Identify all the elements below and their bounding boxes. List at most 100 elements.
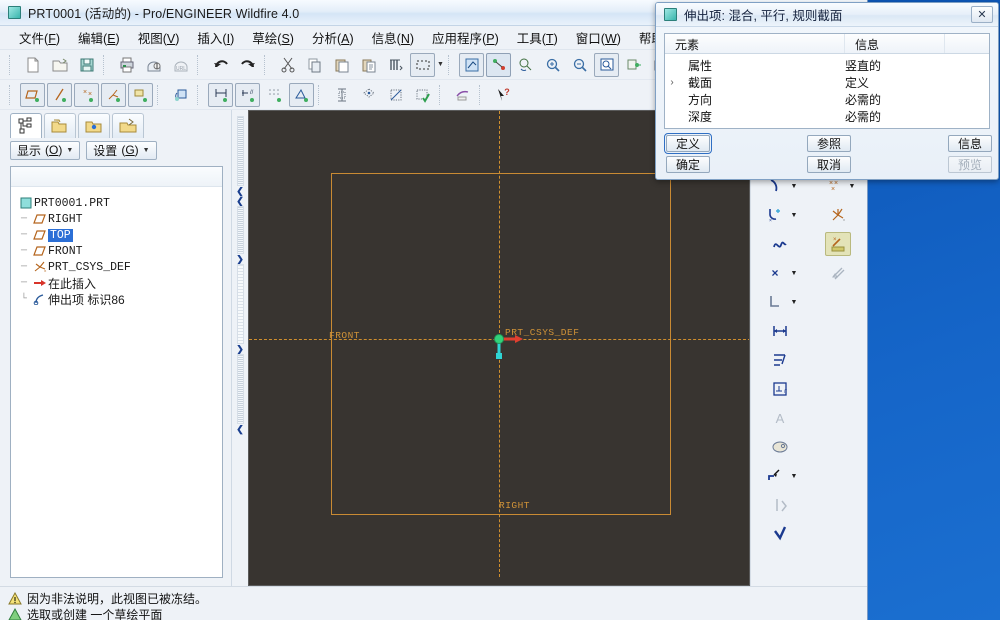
tree-item-part[interactable]: PRT0001.PRT <box>17 195 222 211</box>
point-tool-icon[interactable]: × <box>762 261 788 285</box>
send-mail-icon[interactable] <box>141 53 166 77</box>
connections-tab[interactable] <box>112 113 144 138</box>
zoom-out-icon[interactable] <box>567 53 592 77</box>
constraint-tool-icon[interactable]: // <box>767 377 793 401</box>
menu-item-insert[interactable]: 插入(I) <box>188 26 243 49</box>
tree-item-csys[interactable]: ─ x PRT_CSYS_DEF <box>17 259 222 275</box>
splitter-grip[interactable] <box>237 264 244 344</box>
no-hidden-icon[interactable] <box>410 83 435 107</box>
zoom-in-icon[interactable] <box>540 53 565 77</box>
constraint-display-icon[interactable]: // <box>235 83 260 107</box>
select-box-icon[interactable] <box>410 53 435 77</box>
text-tool-icon[interactable]: A <box>767 406 793 430</box>
datum-display-icon[interactable] <box>486 53 511 77</box>
tree-item-protrusion[interactable]: └ 伸出项 标识86 <box>17 291 222 307</box>
tree-item-front[interactable]: ─ FRONT <box>17 243 222 259</box>
send-link-icon[interactable]: URL <box>168 53 193 77</box>
tree-show-button[interactable]: 显示(O) ▼ <box>10 141 80 160</box>
use-edge-icon[interactable]: × <box>825 232 851 256</box>
save-icon[interactable] <box>74 53 99 77</box>
graphics-viewport[interactable]: FRONT PRT_CSYS_DEF RIGHT <box>248 110 750 586</box>
repaint-icon[interactable] <box>459 53 484 77</box>
refit-icon[interactable] <box>594 53 619 77</box>
chevron-down-icon[interactable]: ▼ <box>849 183 857 190</box>
spin-center-icon[interactable] <box>513 53 538 77</box>
plane-tag-display-icon[interactable] <box>128 83 153 107</box>
table-row[interactable]: 方向 必需的 <box>665 91 989 108</box>
sketcher-hint-icon[interactable] <box>450 83 475 107</box>
chevron-down-icon[interactable]: ▼ <box>436 53 445 77</box>
palette-tool-icon[interactable] <box>767 435 793 459</box>
menu-item-view[interactable]: 视图(V) <box>129 26 189 49</box>
layer-icon[interactable] <box>621 53 646 77</box>
paste-icon[interactable] <box>329 53 354 77</box>
offset-edge-icon[interactable] <box>825 261 851 285</box>
close-icon[interactable]: ✕ <box>971 6 993 23</box>
hidden-line-icon[interactable] <box>383 83 408 107</box>
table-row[interactable]: 属性 竖直的 <box>665 57 989 74</box>
tree-item-insert-here[interactable]: ─ 在此插入 <box>17 275 222 291</box>
open-file-icon[interactable] <box>47 53 72 77</box>
paste-special-icon[interactable] <box>356 53 381 77</box>
section-display-icon[interactable] <box>329 83 354 107</box>
chevron-down-icon[interactable]: ▼ <box>791 212 799 219</box>
modify-dimension-icon[interactable] <box>767 348 793 372</box>
sketch-csys-icon[interactable]: x <box>825 203 851 227</box>
dimension-tool-icon[interactable] <box>767 319 793 343</box>
dim-display-icon[interactable] <box>208 83 233 107</box>
print-icon[interactable] <box>114 53 139 77</box>
menu-item-file[interactable]: 文件(F) <box>10 26 69 49</box>
new-file-icon[interactable] <box>20 53 45 77</box>
cut-icon[interactable] <box>275 53 300 77</box>
table-row[interactable]: › 截面 定义 <box>665 74 989 91</box>
favorites-tab[interactable] <box>78 113 110 138</box>
define-button[interactable]: 定义 <box>666 135 710 152</box>
datum-plane-display-icon[interactable] <box>20 83 45 107</box>
tree-settings-button[interactable]: 设置(G) ▼ <box>86 141 156 160</box>
vertex-display-icon[interactable] <box>289 83 314 107</box>
chevron-down-icon[interactable]: ▼ <box>791 183 799 190</box>
grid-display-icon[interactable] <box>262 83 287 107</box>
context-help-icon[interactable]: ? <box>490 83 515 107</box>
accept-sketch-icon[interactable] <box>767 522 793 546</box>
undo-icon[interactable] <box>208 53 233 77</box>
copy-icon[interactable] <box>302 53 327 77</box>
shading-display-icon[interactable] <box>356 83 381 107</box>
redo-icon[interactable] <box>235 53 260 77</box>
splitter-grip[interactable] <box>237 354 244 424</box>
collapse-left-arrow-icon[interactable]: ❮ <box>236 196 244 206</box>
datum-csys-display-icon[interactable] <box>101 83 126 107</box>
table-row[interactable]: 深度 必需的 <box>665 108 989 125</box>
tree-item-right[interactable]: ─ RIGHT <box>17 211 222 227</box>
menu-item-tools[interactable]: 工具(T) <box>508 26 567 49</box>
reference-button[interactable]: 参照 <box>807 135 851 152</box>
menu-item-edit[interactable]: 编辑(E) <box>69 26 129 49</box>
model-tree-list[interactable]: PRT0001.PRT ─ RIGHT ─ TOP <box>10 166 223 578</box>
collapse-left-arrow-icon[interactable]: ❮ <box>236 424 244 434</box>
coord-sys-tool-icon[interactable] <box>762 290 788 314</box>
trim-tool-icon[interactable] <box>762 464 788 488</box>
chevron-down-icon[interactable]: ▼ <box>791 299 799 306</box>
menu-item-window[interactable]: 窗口(W) <box>567 26 630 49</box>
expand-right-arrow-icon[interactable]: ❯ <box>236 254 244 264</box>
chevron-down-icon[interactable]: ▼ <box>791 270 799 277</box>
expand-right-arrow-icon[interactable]: ❯ <box>236 344 244 354</box>
dialog-elements-table[interactable]: 元素 信息 属性 竖直的 › 截面 定义 方向 必需的 深度 <box>664 33 990 129</box>
splitter-grip[interactable] <box>237 116 244 186</box>
model-tree-tab[interactable] <box>10 113 42 138</box>
folder-browser-tab[interactable] <box>44 113 76 138</box>
splitter-grip[interactable] <box>237 206 244 254</box>
spline-tool-icon[interactable] <box>767 232 793 256</box>
panel-splitter[interactable]: ❮ ❮ ❯ ❯ ❮ <box>232 110 248 586</box>
tree-item-top[interactable]: ─ TOP <box>17 227 222 243</box>
collapse-left-arrow-icon[interactable]: ❮ <box>236 186 244 196</box>
menu-item-applications[interactable]: 应用程序(P) <box>423 26 508 49</box>
fillet-tool-icon[interactable]: × <box>762 203 788 227</box>
regenerate-icon[interactable] <box>383 53 408 77</box>
mirror-tool-icon[interactable] <box>767 493 793 517</box>
menu-item-info[interactable]: 信息(N) <box>363 26 423 49</box>
reorient-icon[interactable] <box>168 83 193 107</box>
menu-item-sketch[interactable]: 草绘(S) <box>243 26 303 49</box>
menu-item-analysis[interactable]: 分析(A) <box>303 26 363 49</box>
info-button[interactable]: 信息 <box>948 135 992 152</box>
